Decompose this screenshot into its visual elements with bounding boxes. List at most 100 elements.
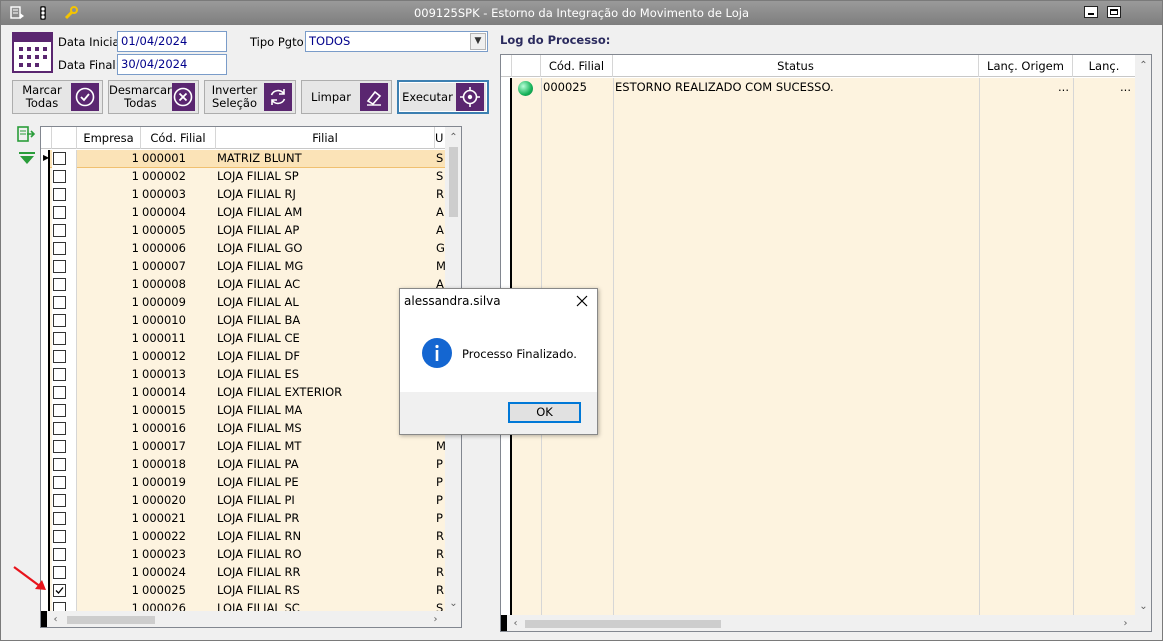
minimize-button[interactable] <box>1084 6 1098 18</box>
log-vertical-scrollbar[interactable]: ⌃ ⌄ <box>1135 55 1151 615</box>
row-checkbox[interactable] <box>53 404 66 417</box>
table-row[interactable]: 1 000019 LOJA FILIAL PE P <box>41 474 445 492</box>
header-empresa[interactable]: Empresa <box>77 127 141 149</box>
cell-extra: S <box>436 169 444 183</box>
log-cell-lanc-baixa[interactable]: ... <box>1075 79 1131 97</box>
scroll-down-arrow-icon[interactable]: ⌄ <box>445 595 461 612</box>
row-checkbox[interactable] <box>53 494 66 507</box>
scroll-right-arrow-icon[interactable]: › <box>1117 615 1134 631</box>
table-row[interactable]: 1 000023 LOJA FILIAL RO R <box>41 546 445 564</box>
scroll-down-arrow-icon[interactable]: ⌄ <box>1135 598 1151 615</box>
scroll-up-arrow-icon[interactable]: ⌃ <box>1135 57 1151 74</box>
table-row[interactable]: 1 000021 LOJA FILIAL PR P <box>41 510 445 528</box>
header-extra[interactable]: U <box>435 127 445 149</box>
table-row[interactable]: 1 000010 LOJA FILIAL BA <box>41 312 445 330</box>
row-checkbox[interactable] <box>53 368 66 381</box>
row-checkbox[interactable] <box>53 332 66 345</box>
ok-button[interactable]: OK <box>508 402 581 423</box>
table-row[interactable]: 1 000012 LOJA FILIAL DF <box>41 348 445 366</box>
header-cod-filial[interactable]: Cód. Filial <box>141 127 216 149</box>
row-checkbox[interactable] <box>53 476 66 489</box>
table-row[interactable]: 1 000004 LOJA FILIAL AM A <box>41 204 445 222</box>
row-checkbox[interactable] <box>53 440 66 453</box>
scroll-right-arrow-icon[interactable]: › <box>427 611 444 627</box>
limpar-button[interactable]: Limpar <box>301 80 392 114</box>
scroll-left-arrow-icon[interactable]: ‹ <box>507 615 524 631</box>
checkmark-icon <box>55 587 64 594</box>
scroll-thumb[interactable] <box>525 620 721 628</box>
data-inicial-field[interactable]: 01/04/2024 <box>117 31 227 52</box>
chevron-down-icon[interactable]: ▼ <box>470 33 486 50</box>
table-row[interactable]: 1 000002 LOJA FILIAL SP S <box>41 168 445 186</box>
row-indicator <box>41 402 50 420</box>
row-checkbox[interactable] <box>53 566 66 579</box>
log-header-lanc-origem[interactable]: Lanç. Origem <box>979 55 1073 77</box>
filter-down-icon[interactable] <box>18 152 36 166</box>
table-row[interactable]: 1 000024 LOJA FILIAL RR R <box>41 564 445 582</box>
table-row[interactable]: 1 000011 LOJA FILIAL CE <box>41 330 445 348</box>
refresh-icon <box>264 83 292 111</box>
table-row[interactable]: 1 000022 LOJA FILIAL RN R <box>41 528 445 546</box>
table-row[interactable]: 1 000025 LOJA FILIAL RS R <box>41 582 445 600</box>
row-checkbox[interactable] <box>53 422 66 435</box>
filiais-horizontal-scrollbar[interactable]: ‹ › <box>41 611 461 627</box>
scroll-left-arrow-icon[interactable]: ‹ <box>47 611 64 627</box>
marcar-todas-button[interactable]: Marcar Todas <box>12 80 103 114</box>
cell-extra: A <box>436 223 444 237</box>
row-checkbox[interactable] <box>53 260 66 273</box>
inverter-selecao-button[interactable]: Inverter Seleção <box>204 80 296 114</box>
row-checkbox[interactable] <box>53 584 66 597</box>
row-checkbox[interactable] <box>53 314 66 327</box>
table-row[interactable]: 1 000008 LOJA FILIAL AC A <box>41 276 445 294</box>
table-row[interactable]: 1 000006 LOJA FILIAL GO G <box>41 240 445 258</box>
log-row[interactable]: 000025 ESTORNO REALIZADO COM SUCESSO. ..… <box>501 79 1135 97</box>
calendar-icon[interactable] <box>12 32 53 73</box>
row-checkbox[interactable] <box>53 548 66 561</box>
log-header-cod-filial[interactable]: Cód. Filial <box>541 55 613 77</box>
log-header-lanc-baixa[interactable]: Lanç. Baixa <box>1073 55 1135 95</box>
row-checkbox[interactable] <box>53 170 66 183</box>
table-row[interactable]: 1000009LOJA FILIAL ALA <box>41 294 445 312</box>
table-row[interactable]: ▶ 1 000001 MATRIZ BLUNT S <box>41 150 445 168</box>
tipo-pgto-select[interactable]: TODOS ▼ <box>305 31 488 52</box>
table-row[interactable]: 1 000007 LOJA FILIAL MG M <box>41 258 445 276</box>
table-row[interactable]: 1 000020 LOJA FILIAL PI P <box>41 492 445 510</box>
executar-button[interactable]: Executar <box>397 80 489 114</box>
table-row[interactable]: 1 000005 LOJA FILIAL AP A <box>41 222 445 240</box>
limpar-label: Limpar <box>311 89 351 104</box>
row-checkbox[interactable] <box>53 530 66 543</box>
row-checkbox[interactable] <box>53 278 66 291</box>
export-icon[interactable] <box>16 126 36 144</box>
row-checkbox[interactable] <box>53 224 66 237</box>
row-checkbox[interactable] <box>53 386 66 399</box>
table-row[interactable]: 1 000014 LOJA FILIAL EXTERIOR <box>41 384 445 402</box>
table-row[interactable]: 1 000018 LOJA FILIAL PA P <box>41 456 445 474</box>
header-check-col[interactable] <box>52 127 77 149</box>
close-icon[interactable] <box>574 293 590 309</box>
row-checkbox[interactable] <box>53 242 66 255</box>
row-checkbox[interactable] <box>53 188 66 201</box>
row-checkbox[interactable] <box>53 296 66 309</box>
row-checkbox[interactable] <box>53 206 66 219</box>
row-checkbox[interactable] <box>53 512 66 525</box>
header-filial[interactable]: Filial <box>216 127 435 149</box>
log-cell-lanc-origem[interactable]: ... <box>981 79 1069 97</box>
log-horizontal-scrollbar[interactable]: ‹ › <box>501 615 1151 631</box>
data-final-field[interactable]: 30/04/2024 <box>117 54 227 75</box>
row-checkbox[interactable] <box>53 152 66 165</box>
scroll-up-arrow-icon[interactable]: ⌃ <box>445 129 461 146</box>
scroll-thumb[interactable] <box>67 616 155 624</box>
log-header-status[interactable]: Status <box>613 55 979 77</box>
row-indicator <box>41 492 50 510</box>
row-checkbox[interactable] <box>53 350 66 363</box>
cell-empresa: 1 <box>131 367 139 381</box>
table-row[interactable]: 1 000016 LOJA FILIAL MS <box>41 420 445 438</box>
desmarcar-todas-button[interactable]: Desmarcar Todas <box>108 80 199 114</box>
table-row[interactable]: 1 000017 LOJA FILIAL MT M <box>41 438 445 456</box>
table-row[interactable]: 1 000013 LOJA FILIAL ES <box>41 366 445 384</box>
maximize-button[interactable] <box>1107 6 1121 18</box>
table-row[interactable]: 1 000015 LOJA FILIAL MA <box>41 402 445 420</box>
scroll-thumb[interactable] <box>449 147 458 217</box>
row-checkbox[interactable] <box>53 458 66 471</box>
table-row[interactable]: 1 000003 LOJA FILIAL RJ R <box>41 186 445 204</box>
